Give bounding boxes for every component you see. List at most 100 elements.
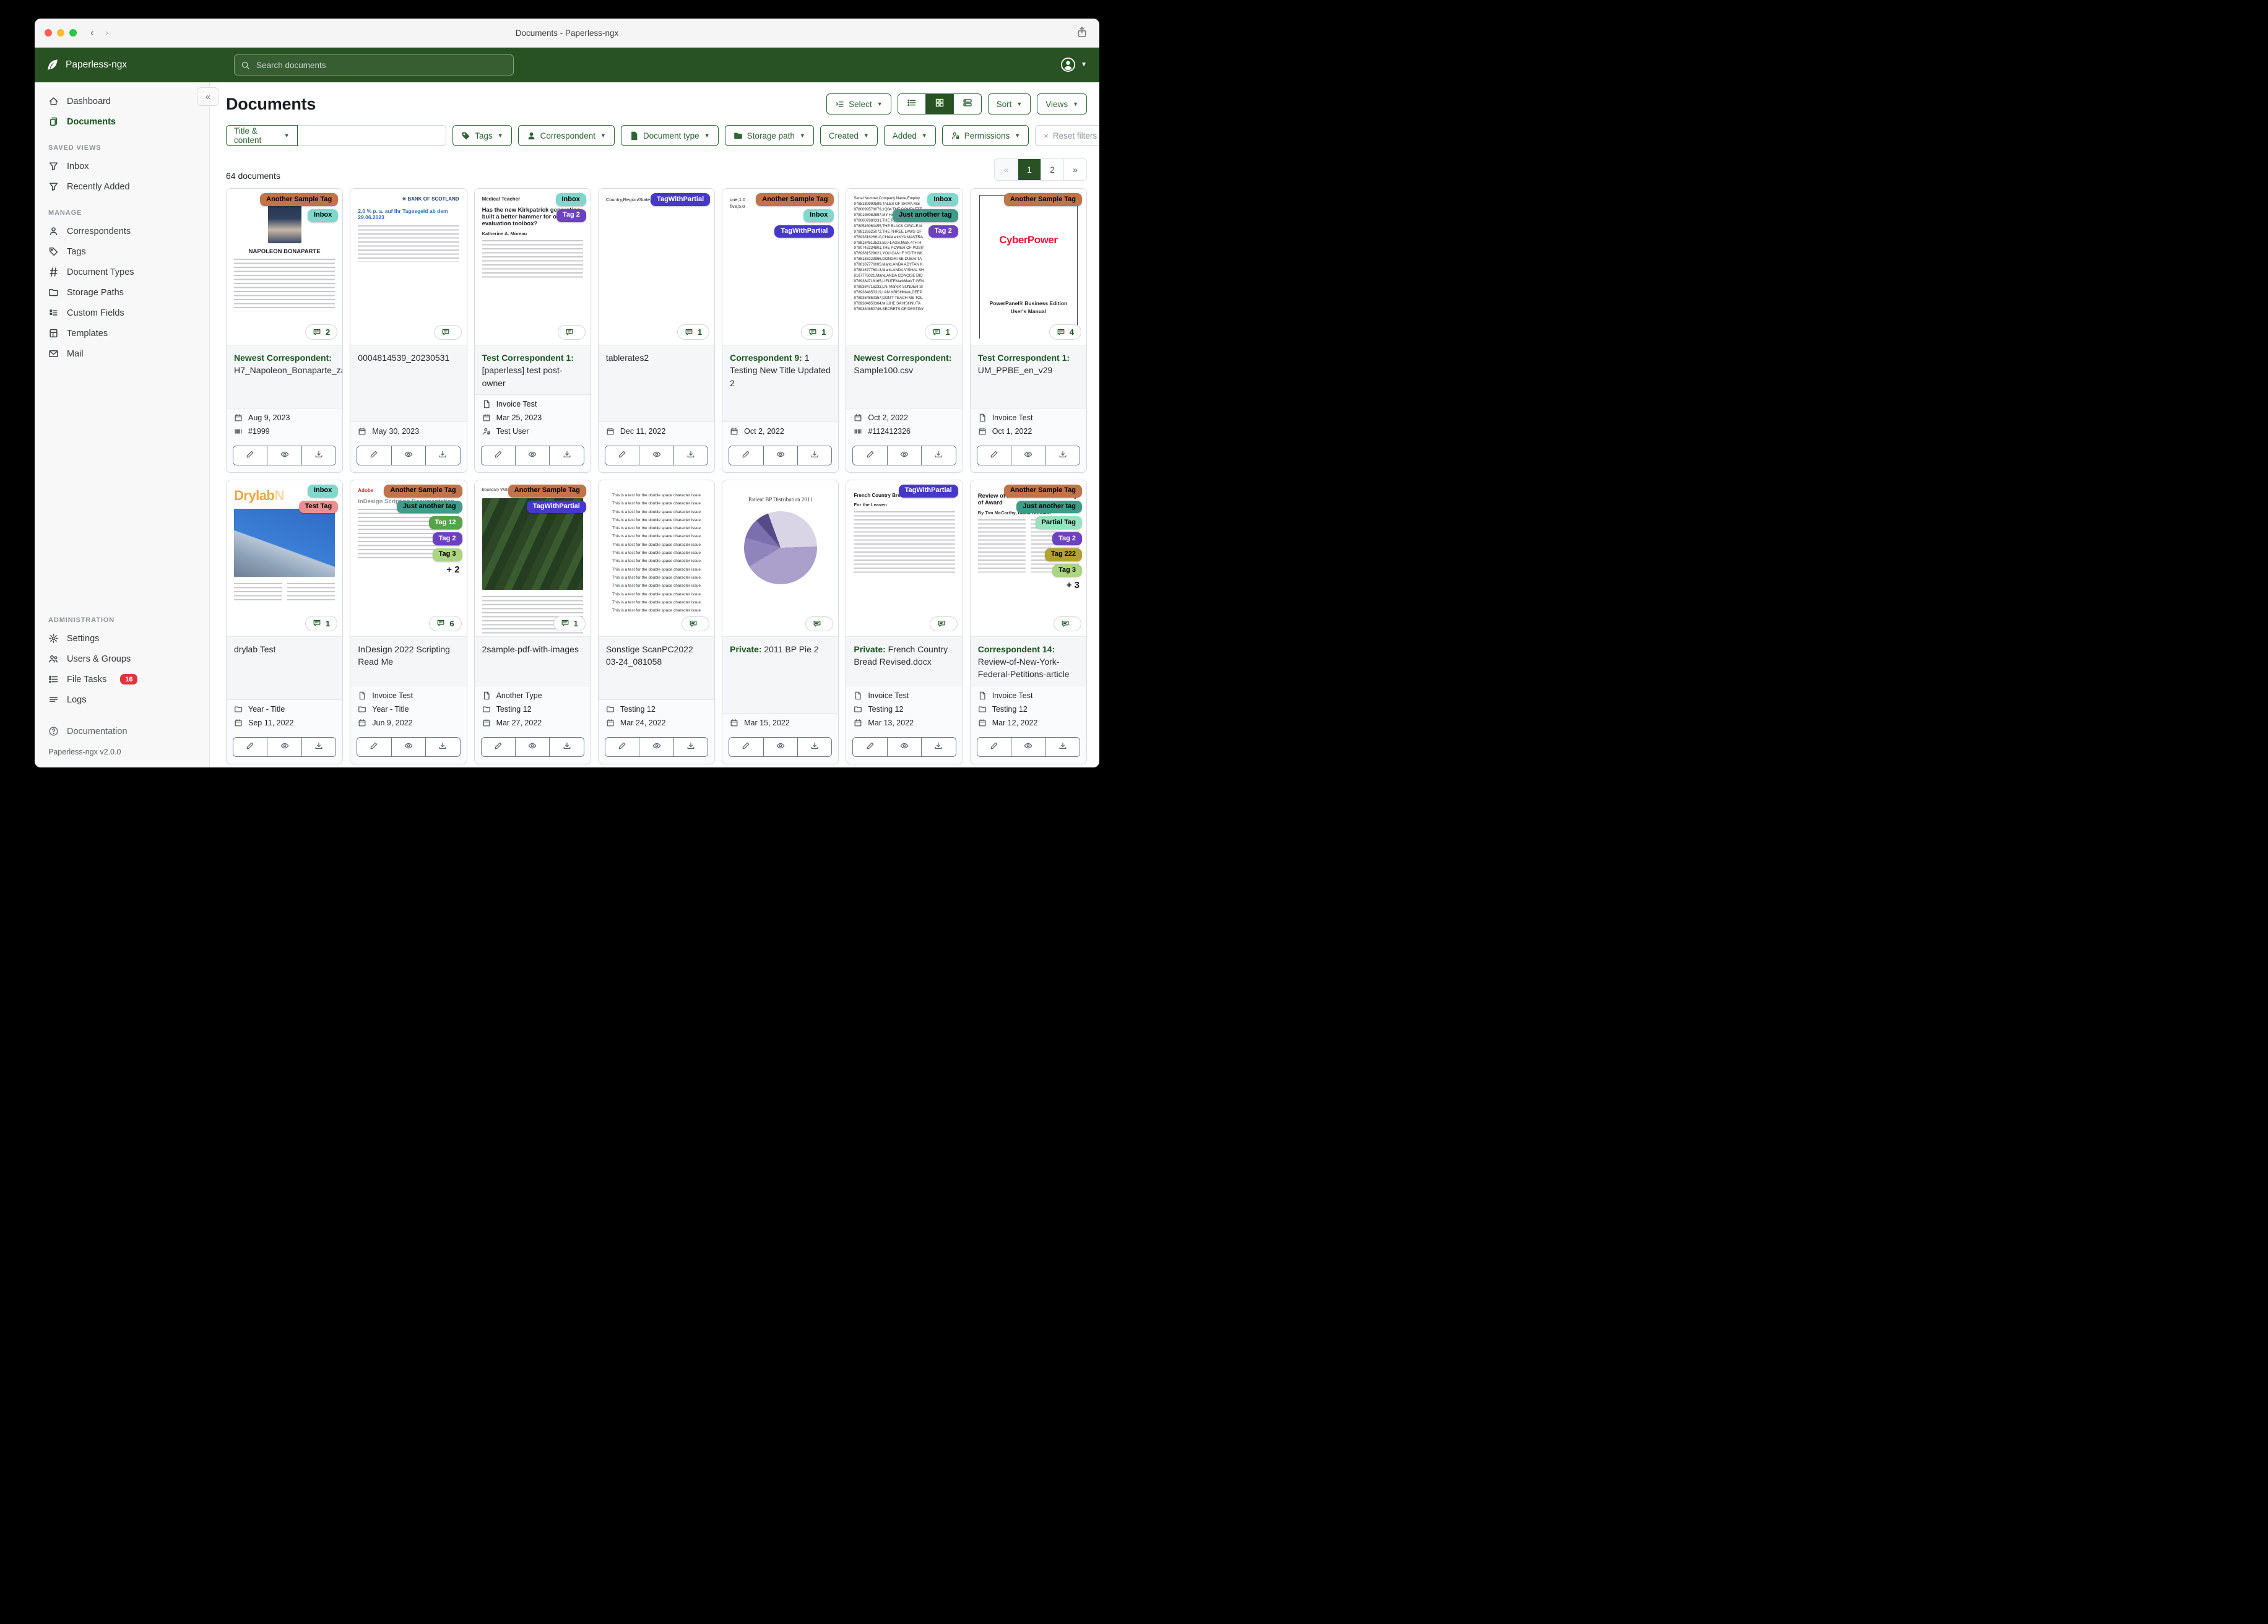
- view-document-button[interactable]: [514, 737, 550, 756]
- edit-document-button[interactable]: [853, 737, 887, 756]
- tag-chip[interactable]: Inbox: [307, 209, 339, 222]
- view-document-button[interactable]: [1011, 737, 1045, 756]
- edit-document-button[interactable]: [481, 737, 515, 756]
- edit-document-button[interactable]: [977, 737, 1011, 756]
- sidebar-item-tags[interactable]: Tags: [35, 241, 209, 262]
- document-card[interactable]: CyberPower PowerPanel® Business Edition U…: [969, 188, 1087, 473]
- download-document-button[interactable]: [673, 446, 708, 465]
- view-document-button[interactable]: [639, 446, 673, 465]
- user-menu[interactable]: ▼: [1060, 56, 1087, 73]
- document-preview[interactable]: AdobeInDesign Scripting Documentation An…: [350, 480, 467, 637]
- sidebar-item-custom-fields[interactable]: Custom Fields: [35, 303, 209, 323]
- sidebar-item-recently-added[interactable]: Recently Added: [35, 176, 209, 197]
- sidebar-item-inbox[interactable]: Inbox: [35, 156, 209, 176]
- pagination-item-«[interactable]: «: [995, 159, 1018, 180]
- comment-count-pill[interactable]: [929, 616, 958, 631]
- search-input[interactable]: [255, 59, 507, 71]
- document-card[interactable]: AdobeInDesign Scripting Documentation An…: [350, 479, 467, 764]
- document-card[interactable]: NAPOLEON BONAPARTE Another Sample Tag Inb…: [226, 188, 344, 473]
- pagination-item-2[interactable]: 2: [1041, 159, 1063, 180]
- sidebar-item-document-types[interactable]: Document Types: [35, 262, 209, 282]
- view-document-button[interactable]: [514, 446, 550, 465]
- comment-count-pill[interactable]: [557, 325, 586, 340]
- download-document-button[interactable]: [1045, 446, 1080, 465]
- tag-chip[interactable]: TagWithPartial: [651, 193, 711, 206]
- filter-tags-button[interactable]: Tags ▼: [452, 125, 512, 146]
- tag-chip[interactable]: Just another tag: [1016, 500, 1082, 514]
- comment-count-pill[interactable]: 1: [553, 615, 586, 631]
- view-document-button[interactable]: [391, 737, 426, 756]
- sidebar-collapse-button[interactable]: «: [197, 87, 219, 106]
- document-card[interactable]: Country,Region/State,” TagWithPartial 1 …: [597, 188, 716, 473]
- tag-chip[interactable]: Partial Tag: [1035, 516, 1082, 530]
- tag-chip[interactable]: Tag 2: [1052, 532, 1082, 545]
- tag-chip[interactable]: Tag 222: [1044, 548, 1082, 561]
- document-preview[interactable]: Medical Teacher Has the new Kirkpatrick g…: [474, 189, 591, 345]
- document-preview[interactable]: Boundary Waters Trip Another Sample Tag T…: [474, 480, 591, 637]
- document-card[interactable]: French Country Bread For the Leaven TagWi…: [846, 479, 963, 764]
- sidebar-item-logs[interactable]: Logs: [35, 689, 209, 710]
- document-title[interactable]: InDesign 2022 Scripting Read Me: [350, 636, 467, 686]
- sidebar-item-documents[interactable]: Documents: [35, 111, 209, 132]
- view-document-button[interactable]: [1011, 446, 1045, 465]
- edit-document-button[interactable]: [481, 446, 515, 465]
- document-title[interactable]: drylab Test: [227, 636, 343, 699]
- pagination-item-1[interactable]: 1: [1018, 159, 1041, 180]
- tag-chip[interactable]: Inbox: [927, 193, 958, 206]
- comment-count-pill[interactable]: 1: [925, 324, 958, 340]
- document-card[interactable]: Serial Number,Company Name,Employ 978818…: [846, 188, 963, 473]
- view-document-button[interactable]: [763, 446, 797, 465]
- tag-chip[interactable]: Inbox: [307, 484, 339, 498]
- edit-document-button[interactable]: [605, 737, 639, 756]
- document-title[interactable]: tablerates2: [598, 345, 715, 421]
- view-document-button[interactable]: [391, 446, 426, 465]
- comment-count-pill[interactable]: 1: [801, 324, 834, 340]
- tag-chip[interactable]: Another Sample Tag: [1003, 484, 1082, 498]
- global-search[interactable]: [234, 54, 514, 76]
- document-preview[interactable]: Review of Arbitral Awards Certainty of A…: [970, 480, 1086, 637]
- edit-document-button[interactable]: [977, 446, 1011, 465]
- view-document-button[interactable]: [886, 737, 922, 756]
- share-icon[interactable]: [1076, 26, 1088, 38]
- browser-back-button[interactable]: ‹: [90, 27, 94, 39]
- tag-chip[interactable]: Tag 12: [428, 516, 462, 530]
- tag-chip[interactable]: Tag 2: [556, 209, 586, 222]
- document-title[interactable]: Private: 2011 BP Pie 2: [722, 636, 839, 713]
- comment-count-pill[interactable]: [1054, 616, 1081, 631]
- download-document-button[interactable]: [1045, 737, 1080, 756]
- tag-chip[interactable]: Inbox: [555, 193, 586, 206]
- sidebar-item-documentation[interactable]: Documentation: [35, 721, 209, 741]
- download-document-button[interactable]: [549, 446, 584, 465]
- edit-document-button[interactable]: [729, 737, 763, 756]
- comment-count-pill[interactable]: 1: [305, 615, 338, 631]
- edit-document-button[interactable]: [357, 737, 391, 756]
- document-title[interactable]: Correspondent 9: 1 Testing New Title Upd…: [722, 345, 839, 421]
- sidebar-item-mail[interactable]: Mail: [35, 343, 209, 364]
- document-card[interactable]: DrylabN Inbox Test Tag 1 drylab Test Year…: [226, 479, 344, 764]
- download-document-button[interactable]: [549, 737, 584, 756]
- download-document-button[interactable]: [921, 737, 956, 756]
- document-title[interactable]: Private: French Country Bread Revised.do…: [846, 636, 963, 686]
- tag-chip[interactable]: Tag 3: [432, 548, 462, 561]
- zoom-window-button[interactable]: [69, 29, 77, 37]
- document-card[interactable]: Patient BP Distribution 2011 Private: 20…: [722, 479, 839, 764]
- document-card[interactable]: This is a test for the double space char…: [597, 479, 716, 764]
- document-card[interactable]: ✳ BANK OF SCOTLAND 2,0 % p. a. auf Ihr Ta…: [350, 188, 467, 473]
- tag-chip[interactable]: Another Sample Tag: [1003, 193, 1082, 206]
- comment-count-pill[interactable]: 1: [677, 324, 710, 340]
- document-title[interactable]: Correspondent 14: Review-of-New-York-Fed…: [970, 636, 1086, 686]
- document-title[interactable]: Newest Correspondent: H7_Napoleon_Bonapa…: [227, 345, 343, 408]
- tag-chip[interactable]: Test Tag: [298, 500, 339, 514]
- view-document-button[interactable]: [763, 737, 797, 756]
- document-title[interactable]: Test Correspondent 1: UM_PPBE_en_v29: [970, 345, 1086, 408]
- download-document-button[interactable]: [301, 737, 336, 756]
- browser-forward-button[interactable]: ›: [105, 27, 109, 39]
- edit-document-button[interactable]: [605, 446, 639, 465]
- app-brand[interactable]: Paperless-ngx: [46, 58, 127, 72]
- document-title[interactable]: Sonstige ScanPC2022 03-24_081058: [598, 636, 715, 699]
- document-preview[interactable]: NAPOLEON BONAPARTE Another Sample Tag Inb…: [227, 189, 343, 345]
- tag-chip[interactable]: Tag 2: [432, 532, 462, 545]
- download-document-button[interactable]: [797, 446, 832, 465]
- download-document-button[interactable]: [425, 737, 460, 756]
- list-view-button[interactable]: [898, 94, 925, 114]
